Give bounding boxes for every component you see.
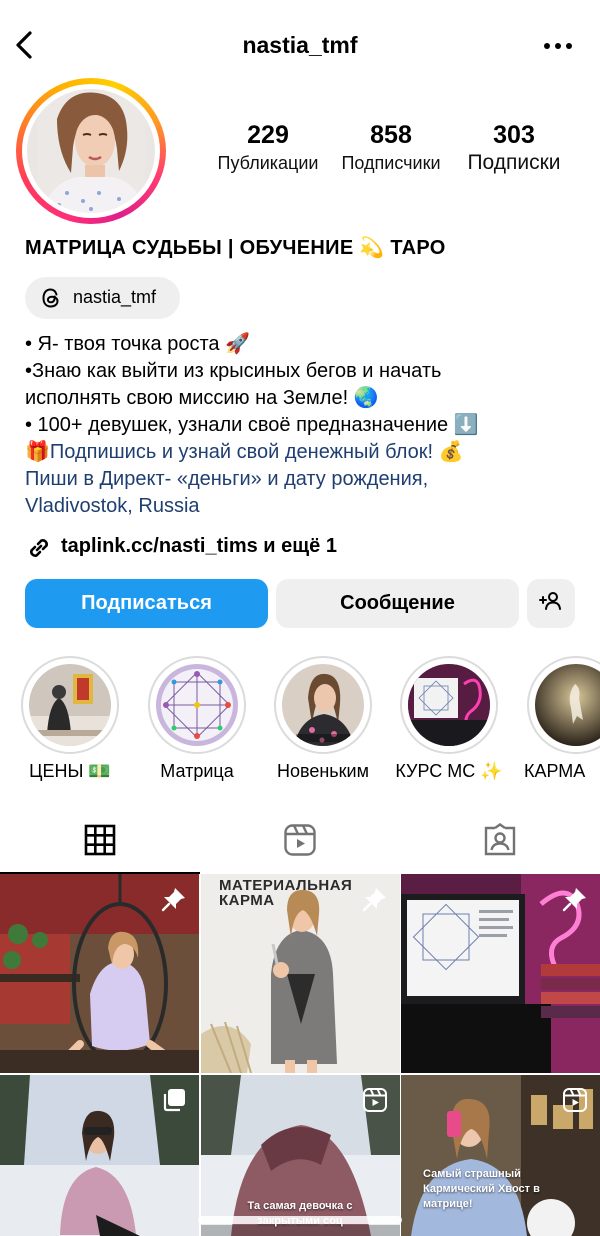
highlight-label: КУРС МС ✨ — [395, 761, 503, 781]
bio-line: • 100+ девушек, узнали своё предназначен… — [25, 414, 479, 436]
reel-icon — [362, 1087, 388, 1113]
post-thumbnail[interactable] — [0, 874, 199, 1073]
followers-count-label: Подписчики — [341, 153, 441, 173]
threads-icon — [39, 286, 63, 315]
bio-text: • Я- твоя точка роста 🚀 •Знаю как выйти … — [25, 331, 585, 520]
tab-tagged[interactable] — [400, 810, 600, 874]
tagged-person-icon — [483, 822, 517, 862]
posts-count-value: 229 — [247, 121, 289, 149]
post-thumbnail[interactable]: Та самая девочка с закрытыми соц — [201, 1075, 400, 1236]
followers-count[interactable]: 858 Подписчики — [332, 120, 450, 176]
avatar-story-ring[interactable] — [16, 78, 166, 224]
highlight-label: Новеньким — [276, 761, 369, 781]
bio-line: 🎁Подпишись и узнай свой денежный блок! 💰 — [25, 441, 464, 463]
bio-title: МАТРИЦА СУДЬБЫ | ОБУЧЕНИЕ 💫 ТАРО — [25, 237, 446, 259]
threads-profile-chip[interactable]: nastia_tmf — [25, 277, 180, 319]
external-link-text: taplink.cc/nasti_tims и ещё 1 — [61, 535, 337, 557]
bio-line: •Знаю как выйти из крысиных бегов и нача… — [25, 360, 442, 382]
post-caption: Самый страшный Кармический Хвост в матри… — [423, 1168, 540, 1210]
message-button[interactable]: Сообщение — [276, 579, 519, 628]
pinned-icon — [362, 886, 388, 912]
top-bar: nastia_tmf — [0, 0, 600, 90]
reels-icon — [283, 823, 317, 862]
post-thumbnail[interactable]: Самый страшный Кармический Хвост в матри… — [401, 1075, 600, 1236]
following-count[interactable]: 303 Подписки — [458, 120, 570, 176]
home-indicator[interactable] — [198, 1216, 402, 1224]
following-count-value: 303 — [493, 121, 535, 149]
avatar — [27, 89, 155, 213]
bio-line: исполнять свою миссию на Земле! 🌏 — [25, 387, 379, 409]
posts-grid: МАТЕРИАЛЬНАЯ КАРМА Та самая девочка с Са… — [0, 874, 600, 1236]
followers-count-value: 858 — [370, 121, 412, 149]
bio-line: • Я- твоя точка роста 🚀 — [25, 333, 250, 355]
post-thumbnail[interactable] — [0, 1075, 199, 1236]
posts-count-label: Публикации — [217, 153, 319, 173]
post-thumbnail[interactable] — [401, 874, 600, 1073]
grid-icon — [84, 824, 116, 861]
highlight-label: КАРМА — [524, 761, 586, 781]
highlight-cover — [282, 664, 364, 746]
highlight-label: ЦЕНЫ 💵 — [29, 761, 111, 781]
add-person-icon — [538, 589, 564, 619]
reel-icon — [562, 1087, 588, 1113]
threads-handle: nastia_tmf — [73, 287, 157, 307]
profile-username-title: nastia_tmf — [242, 32, 358, 58]
more-options-icon[interactable] — [542, 34, 574, 58]
suggest-people-button[interactable] — [527, 579, 575, 628]
pinned-icon — [161, 886, 187, 912]
bio-line: Пиши в Директ- «деньги» и дату рождения, — [25, 468, 429, 490]
link-icon — [25, 534, 53, 568]
location-link[interactable]: Vladivostok, Russia — [25, 493, 585, 520]
highlight-cover — [29, 664, 111, 746]
tab-reels[interactable] — [200, 810, 400, 874]
post-thumbnail[interactable]: МАТЕРИАЛЬНАЯ КАРМА — [201, 874, 400, 1073]
post-caption: Та самая девочка с закрытыми соц — [247, 1200, 353, 1227]
tab-posts[interactable] — [0, 810, 200, 874]
carousel-icon — [161, 1087, 187, 1113]
posts-count[interactable]: 229 Публикации — [208, 120, 328, 176]
pinned-icon — [562, 886, 588, 912]
profile-tabs — [0, 810, 600, 874]
highlight-cover — [156, 664, 238, 746]
highlight-cover — [535, 664, 600, 746]
follow-button[interactable]: Подписаться — [25, 579, 268, 628]
following-count-label: Подписки — [467, 151, 561, 174]
highlight-cover — [408, 664, 490, 746]
highlight-label: Матрица — [160, 761, 234, 781]
